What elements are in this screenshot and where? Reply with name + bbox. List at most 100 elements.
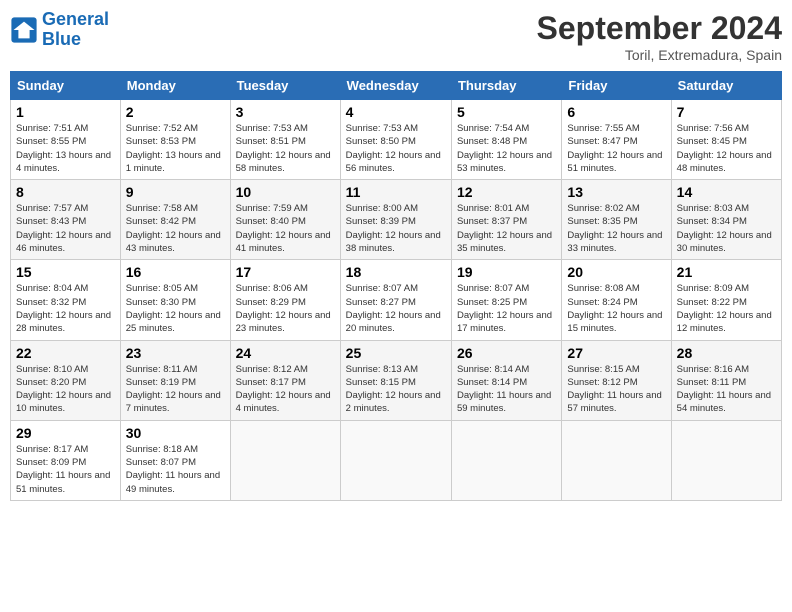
day-info: Sunrise: 7:53 AMSunset: 8:50 PMDaylight:… xyxy=(346,122,446,175)
day-info: Sunrise: 8:15 AMSunset: 8:12 PMDaylight:… xyxy=(567,363,665,416)
table-cell: 12 Sunrise: 8:01 AMSunset: 8:37 PMDaylig… xyxy=(451,180,561,260)
table-cell xyxy=(340,420,451,500)
day-number: 15 xyxy=(16,264,115,280)
col-sunday: Sunday xyxy=(11,72,121,100)
table-cell: 6 Sunrise: 7:55 AMSunset: 8:47 PMDayligh… xyxy=(562,100,671,180)
day-number: 16 xyxy=(126,264,225,280)
page-header: General Blue September 2024 Toril, Extre… xyxy=(10,10,782,63)
calendar-table: Sunday Monday Tuesday Wednesday Thursday… xyxy=(10,71,782,501)
table-cell: 10 Sunrise: 7:59 AMSunset: 8:40 PMDaylig… xyxy=(230,180,340,260)
table-cell: 29 Sunrise: 8:17 AMSunset: 8:09 PMDaylig… xyxy=(11,420,121,500)
day-info: Sunrise: 7:59 AMSunset: 8:40 PMDaylight:… xyxy=(236,202,335,255)
day-number: 26 xyxy=(457,345,556,361)
table-cell: 26 Sunrise: 8:14 AMSunset: 8:14 PMDaylig… xyxy=(451,340,561,420)
col-friday: Friday xyxy=(562,72,671,100)
day-number: 3 xyxy=(236,104,335,120)
table-cell: 2 Sunrise: 7:52 AMSunset: 8:53 PMDayligh… xyxy=(120,100,230,180)
day-number: 2 xyxy=(126,104,225,120)
day-info: Sunrise: 7:54 AMSunset: 8:48 PMDaylight:… xyxy=(457,122,556,175)
day-info: Sunrise: 8:11 AMSunset: 8:19 PMDaylight:… xyxy=(126,363,225,416)
day-info: Sunrise: 8:12 AMSunset: 8:17 PMDaylight:… xyxy=(236,363,335,416)
table-cell xyxy=(562,420,671,500)
col-thursday: Thursday xyxy=(451,72,561,100)
table-cell: 17 Sunrise: 8:06 AMSunset: 8:29 PMDaylig… xyxy=(230,260,340,340)
day-info: Sunrise: 8:06 AMSunset: 8:29 PMDaylight:… xyxy=(236,282,335,335)
day-info: Sunrise: 8:04 AMSunset: 8:32 PMDaylight:… xyxy=(16,282,115,335)
day-info: Sunrise: 8:17 AMSunset: 8:09 PMDaylight:… xyxy=(16,443,115,496)
table-cell: 3 Sunrise: 7:53 AMSunset: 8:51 PMDayligh… xyxy=(230,100,340,180)
day-info: Sunrise: 8:18 AMSunset: 8:07 PMDaylight:… xyxy=(126,443,225,496)
table-cell: 18 Sunrise: 8:07 AMSunset: 8:27 PMDaylig… xyxy=(340,260,451,340)
day-number: 21 xyxy=(677,264,776,280)
logo-icon xyxy=(10,16,38,44)
day-info: Sunrise: 8:07 AMSunset: 8:25 PMDaylight:… xyxy=(457,282,556,335)
month-title: September 2024 xyxy=(537,10,782,47)
table-cell: 22 Sunrise: 8:10 AMSunset: 8:20 PMDaylig… xyxy=(11,340,121,420)
day-number: 8 xyxy=(16,184,115,200)
table-cell: 1 Sunrise: 7:51 AMSunset: 8:55 PMDayligh… xyxy=(11,100,121,180)
table-cell: 25 Sunrise: 8:13 AMSunset: 8:15 PMDaylig… xyxy=(340,340,451,420)
day-number: 13 xyxy=(567,184,665,200)
col-monday: Monday xyxy=(120,72,230,100)
day-number: 18 xyxy=(346,264,446,280)
day-number: 5 xyxy=(457,104,556,120)
day-info: Sunrise: 8:02 AMSunset: 8:35 PMDaylight:… xyxy=(567,202,665,255)
day-info: Sunrise: 8:08 AMSunset: 8:24 PMDaylight:… xyxy=(567,282,665,335)
day-number: 19 xyxy=(457,264,556,280)
day-info: Sunrise: 7:57 AMSunset: 8:43 PMDaylight:… xyxy=(16,202,115,255)
col-wednesday: Wednesday xyxy=(340,72,451,100)
day-number: 14 xyxy=(677,184,776,200)
table-cell: 20 Sunrise: 8:08 AMSunset: 8:24 PMDaylig… xyxy=(562,260,671,340)
day-number: 24 xyxy=(236,345,335,361)
location: Toril, Extremadura, Spain xyxy=(537,47,782,63)
day-info: Sunrise: 8:13 AMSunset: 8:15 PMDaylight:… xyxy=(346,363,446,416)
table-cell: 15 Sunrise: 8:04 AMSunset: 8:32 PMDaylig… xyxy=(11,260,121,340)
table-cell: 19 Sunrise: 8:07 AMSunset: 8:25 PMDaylig… xyxy=(451,260,561,340)
day-info: Sunrise: 7:58 AMSunset: 8:42 PMDaylight:… xyxy=(126,202,225,255)
table-cell: 9 Sunrise: 7:58 AMSunset: 8:42 PMDayligh… xyxy=(120,180,230,260)
table-cell: 28 Sunrise: 8:16 AMSunset: 8:11 PMDaylig… xyxy=(671,340,781,420)
table-cell: 8 Sunrise: 7:57 AMSunset: 8:43 PMDayligh… xyxy=(11,180,121,260)
day-number: 23 xyxy=(126,345,225,361)
col-tuesday: Tuesday xyxy=(230,72,340,100)
table-cell: 24 Sunrise: 8:12 AMSunset: 8:17 PMDaylig… xyxy=(230,340,340,420)
day-info: Sunrise: 8:09 AMSunset: 8:22 PMDaylight:… xyxy=(677,282,776,335)
day-number: 11 xyxy=(346,184,446,200)
day-number: 12 xyxy=(457,184,556,200)
day-info: Sunrise: 7:51 AMSunset: 8:55 PMDaylight:… xyxy=(16,122,115,175)
title-block: September 2024 Toril, Extremadura, Spain xyxy=(537,10,782,63)
day-number: 1 xyxy=(16,104,115,120)
day-info: Sunrise: 7:52 AMSunset: 8:53 PMDaylight:… xyxy=(126,122,225,175)
day-number: 4 xyxy=(346,104,446,120)
logo: General Blue xyxy=(10,10,109,50)
table-cell: 30 Sunrise: 8:18 AMSunset: 8:07 PMDaylig… xyxy=(120,420,230,500)
day-number: 7 xyxy=(677,104,776,120)
day-number: 6 xyxy=(567,104,665,120)
table-cell: 5 Sunrise: 7:54 AMSunset: 8:48 PMDayligh… xyxy=(451,100,561,180)
table-cell: 11 Sunrise: 8:00 AMSunset: 8:39 PMDaylig… xyxy=(340,180,451,260)
table-cell: 27 Sunrise: 8:15 AMSunset: 8:12 PMDaylig… xyxy=(562,340,671,420)
day-number: 9 xyxy=(126,184,225,200)
day-info: Sunrise: 8:14 AMSunset: 8:14 PMDaylight:… xyxy=(457,363,556,416)
day-info: Sunrise: 8:01 AMSunset: 8:37 PMDaylight:… xyxy=(457,202,556,255)
table-cell: 13 Sunrise: 8:02 AMSunset: 8:35 PMDaylig… xyxy=(562,180,671,260)
day-number: 22 xyxy=(16,345,115,361)
table-cell xyxy=(451,420,561,500)
day-info: Sunrise: 8:05 AMSunset: 8:30 PMDaylight:… xyxy=(126,282,225,335)
day-info: Sunrise: 8:03 AMSunset: 8:34 PMDaylight:… xyxy=(677,202,776,255)
table-cell: 4 Sunrise: 7:53 AMSunset: 8:50 PMDayligh… xyxy=(340,100,451,180)
day-info: Sunrise: 7:53 AMSunset: 8:51 PMDaylight:… xyxy=(236,122,335,175)
table-cell: 16 Sunrise: 8:05 AMSunset: 8:30 PMDaylig… xyxy=(120,260,230,340)
table-cell xyxy=(230,420,340,500)
day-number: 17 xyxy=(236,264,335,280)
day-number: 29 xyxy=(16,425,115,441)
day-number: 10 xyxy=(236,184,335,200)
day-number: 28 xyxy=(677,345,776,361)
day-number: 27 xyxy=(567,345,665,361)
day-info: Sunrise: 7:56 AMSunset: 8:45 PMDaylight:… xyxy=(677,122,776,175)
day-number: 20 xyxy=(567,264,665,280)
logo-text: General Blue xyxy=(42,10,109,50)
table-cell: 14 Sunrise: 8:03 AMSunset: 8:34 PMDaylig… xyxy=(671,180,781,260)
table-cell: 23 Sunrise: 8:11 AMSunset: 8:19 PMDaylig… xyxy=(120,340,230,420)
day-info: Sunrise: 7:55 AMSunset: 8:47 PMDaylight:… xyxy=(567,122,665,175)
